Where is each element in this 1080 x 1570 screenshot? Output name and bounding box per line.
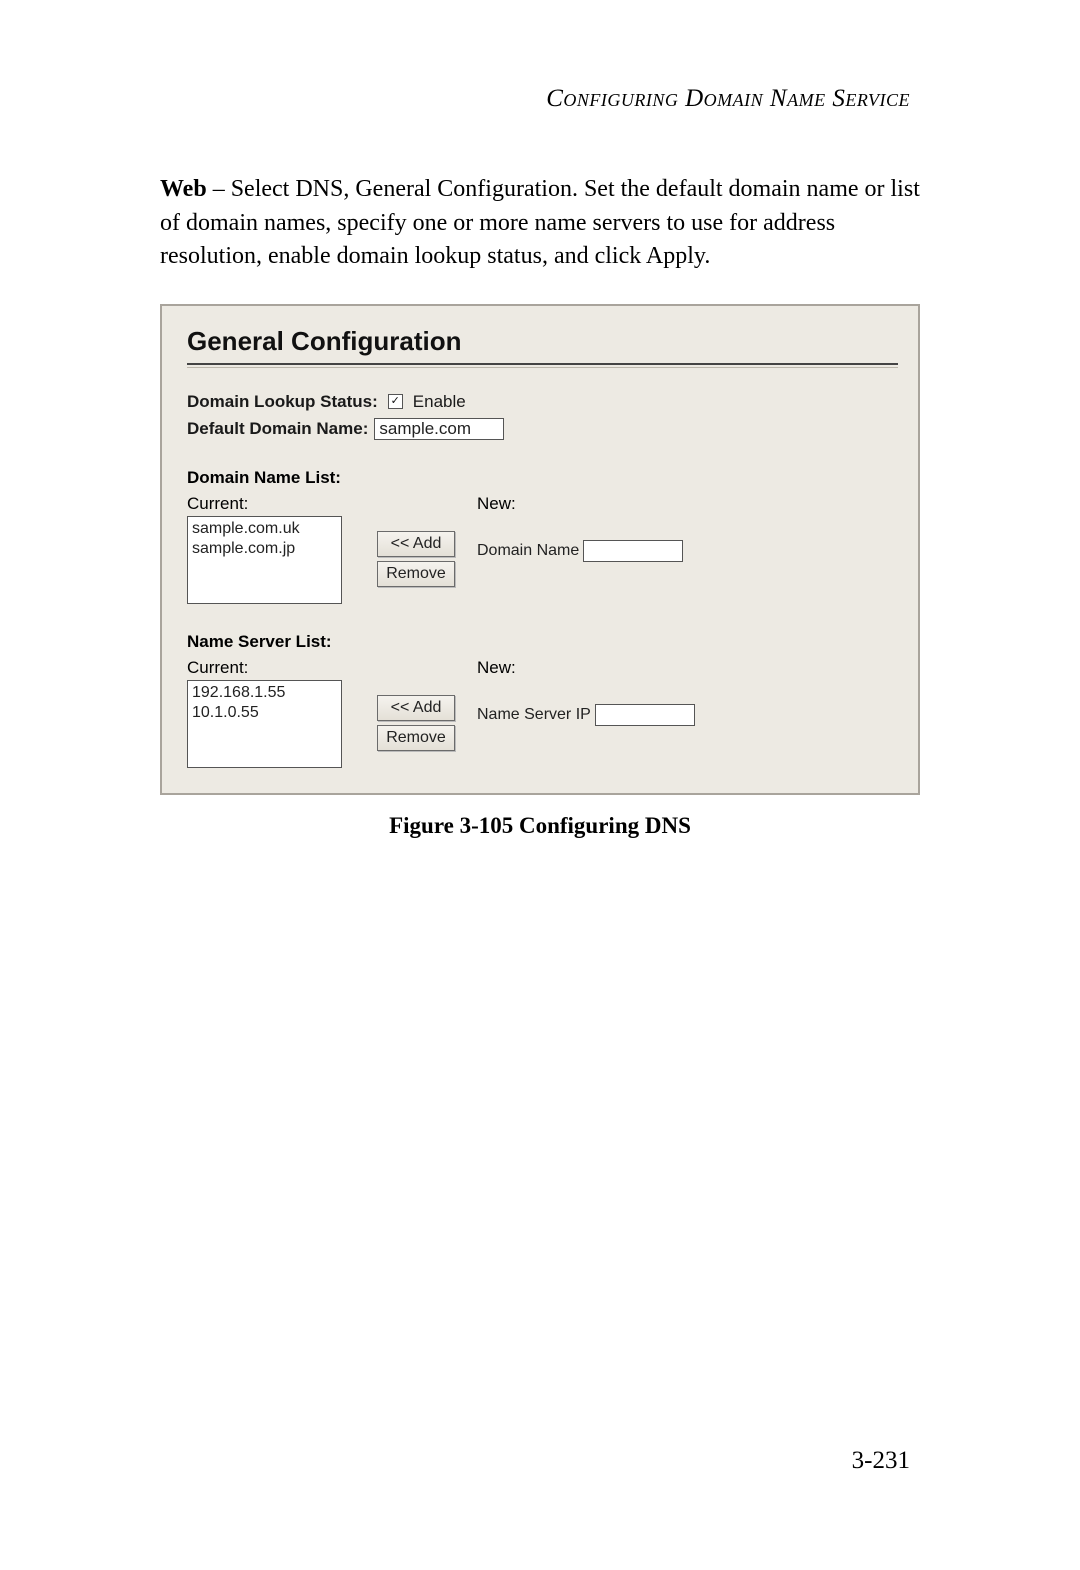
ns-ip-input[interactable] [595, 704, 695, 726]
divider-light [187, 367, 898, 368]
domain-list-columns: Current: sample.com.uk sample.com.jp << … [187, 494, 898, 604]
new-label: New: [477, 658, 898, 678]
list-item[interactable]: sample.com.jp [192, 539, 337, 559]
new-label: New: [477, 494, 898, 514]
ns-list-columns: Current: 192.168.1.55 10.1.0.55 << Add R… [187, 658, 898, 768]
ns-remove-button[interactable]: Remove [377, 725, 455, 751]
enable-label: Enable [413, 392, 466, 412]
domain-current-listbox[interactable]: sample.com.uk sample.com.jp [187, 516, 342, 604]
ns-new-inner: Name Server IP [477, 704, 898, 726]
current-label: Current: [187, 658, 367, 678]
running-head: Configuring Domain Name Service [160, 85, 920, 113]
domain-name-input[interactable] [583, 540, 683, 562]
ns-list-section: Name Server List: Current: 192.168.1.55 … [187, 632, 898, 768]
domain-list-section: Domain Name List: Current: sample.com.uk… [187, 468, 898, 604]
domain-list-title: Domain Name List: [187, 468, 898, 488]
enable-checkbox[interactable]: ✓ [388, 394, 403, 409]
ns-current-col: Current: 192.168.1.55 10.1.0.55 [187, 658, 367, 768]
default-domain-label: Default Domain Name: [187, 419, 368, 439]
lookup-status-label: Domain Lookup Status: [187, 392, 378, 412]
domain-new-col: New: Domain Name [477, 494, 898, 604]
ns-add-button[interactable]: << Add [377, 695, 455, 721]
ns-buttons-col: << Add Remove [377, 658, 467, 768]
panel-title: General Configuration [187, 326, 898, 357]
page-number: 3-231 [852, 1447, 910, 1475]
default-domain-input[interactable] [374, 418, 504, 440]
list-item[interactable]: 10.1.0.55 [192, 703, 337, 723]
list-item[interactable]: 192.168.1.55 [192, 683, 337, 703]
domain-buttons-col: << Add Remove [377, 494, 467, 604]
ns-new-col: New: Name Server IP [477, 658, 898, 768]
ns-current-listbox[interactable]: 192.168.1.55 10.1.0.55 [187, 680, 342, 768]
divider-dark [187, 363, 898, 365]
domain-remove-button[interactable]: Remove [377, 561, 455, 587]
page: Configuring Domain Name Service Web – Se… [0, 0, 1080, 1570]
lead-word: Web [160, 176, 207, 202]
lookup-status-row: Domain Lookup Status: ✓ Enable [187, 392, 898, 412]
list-item[interactable]: sample.com.uk [192, 519, 337, 539]
domain-add-button[interactable]: << Add [377, 531, 455, 557]
default-domain-row: Default Domain Name: [187, 418, 898, 440]
figure-caption: Figure 3-105 Configuring DNS [160, 813, 920, 839]
domain-name-input-label: Domain Name [477, 542, 579, 560]
body-rest: – Select DNS, General Configuration. Set… [160, 176, 920, 269]
domain-new-inner: Domain Name [477, 540, 898, 562]
body-paragraph: Web – Select DNS, General Configuration.… [160, 173, 920, 274]
ns-input-label: Name Server IP [477, 706, 591, 724]
config-panel: General Configuration Domain Lookup Stat… [160, 304, 920, 795]
current-label: Current: [187, 494, 367, 514]
domain-current-col: Current: sample.com.uk sample.com.jp [187, 494, 367, 604]
ns-list-title: Name Server List: [187, 632, 898, 652]
